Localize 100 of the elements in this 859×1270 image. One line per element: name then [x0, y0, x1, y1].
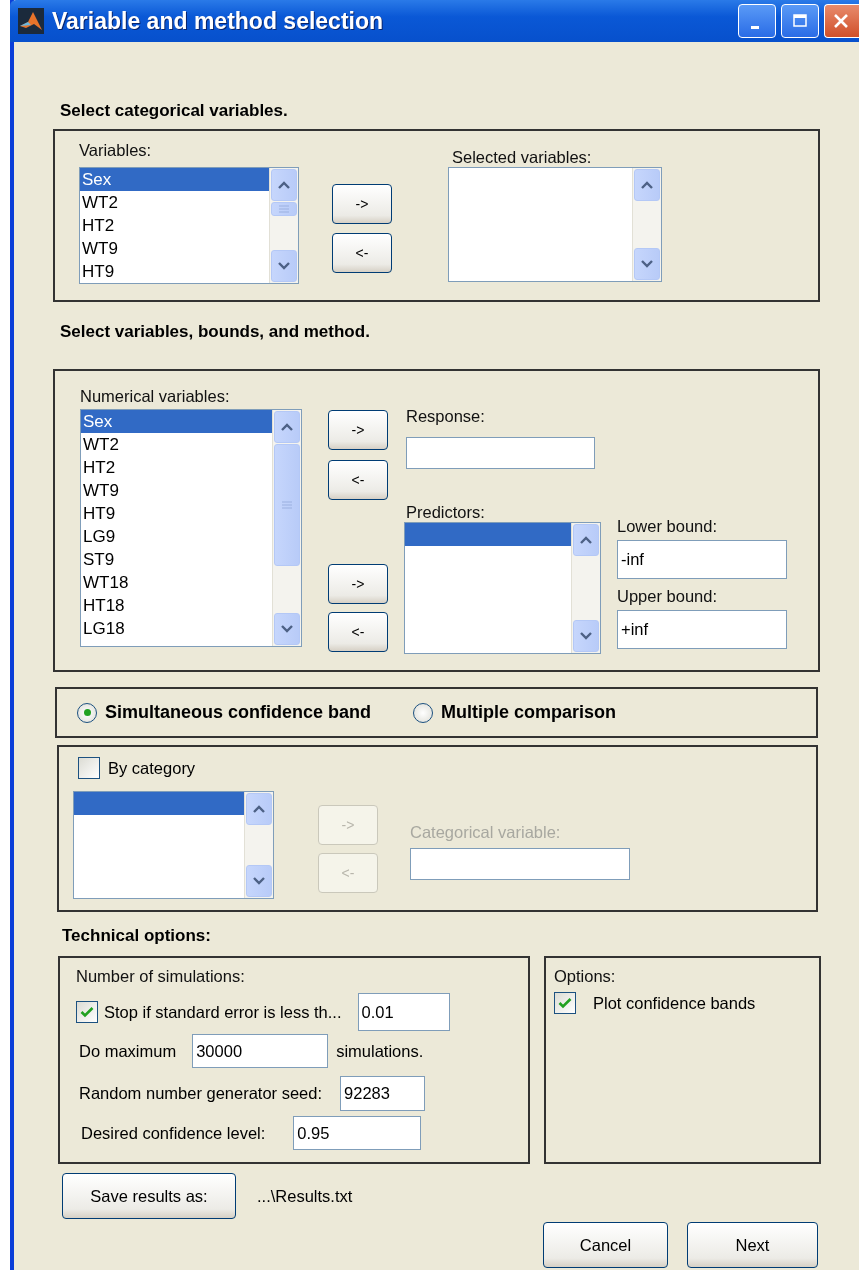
input-field[interactable]	[410, 848, 630, 880]
section-heading: Technical options:	[62, 926, 211, 946]
list-item[interactable]: HT2	[81, 456, 272, 479]
list-item[interactable]: WT18	[81, 571, 272, 594]
list-item[interactable]: WT2	[80, 191, 269, 214]
move-button[interactable]: ->	[328, 564, 388, 604]
section-heading: Select variables, bounds, and method.	[60, 322, 370, 342]
checkbox-label: Plot confidence bands	[593, 993, 756, 1013]
chevron-up-icon	[580, 536, 592, 544]
list-box[interactable]: Sex WT2 HT2 WT9 HT9 LG9 ST9 WT18 HT18 LG18	[80, 409, 302, 647]
field-label: Random number generator seed:	[79, 1084, 323, 1103]
checkbox[interactable]	[76, 1001, 98, 1023]
checkbox[interactable]	[554, 992, 576, 1014]
scrollbar[interactable]	[272, 410, 301, 646]
scroll-up-button[interactable]	[246, 793, 272, 825]
section-heading: Select categorical variables.	[60, 101, 288, 121]
chevron-down-icon	[580, 632, 592, 640]
maximize-button[interactable]	[781, 4, 819, 38]
group-label: Number of simulations:	[76, 967, 246, 986]
move-button[interactable]: <-	[328, 460, 388, 500]
checkbox-label: By category	[108, 758, 196, 778]
chevron-down-icon	[253, 877, 265, 885]
minimize-icon	[751, 25, 759, 29]
minimize-button[interactable]	[738, 4, 776, 38]
list-box[interactable]	[448, 167, 662, 282]
list-box[interactable]	[404, 522, 601, 654]
input-field[interactable]: -inf	[617, 540, 787, 579]
scroll-down-button[interactable]	[634, 248, 660, 280]
move-button[interactable]: <-	[332, 233, 392, 273]
radio-label: Simultaneous confidence band	[105, 702, 372, 723]
scroll-thumb[interactable]	[274, 444, 300, 566]
field-label: Lower bound:	[617, 517, 717, 536]
scroll-up-button[interactable]	[634, 169, 660, 201]
chevron-up-icon	[641, 181, 653, 189]
close-button[interactable]	[824, 4, 859, 38]
save-button[interactable]: Save results as:	[62, 1173, 236, 1219]
window-title: Variable and method selection	[52, 7, 384, 35]
list-item[interactable]: HT9	[81, 502, 272, 525]
file-path: ...\Results.txt	[257, 1186, 353, 1206]
field-label: Desired confidence level:	[81, 1123, 266, 1143]
field-label: Do maximum	[79, 1041, 177, 1061]
list-item[interactable]: LG9	[81, 525, 272, 548]
dialog-button[interactable]: Next	[687, 1222, 818, 1268]
chevron-down-icon	[281, 625, 293, 633]
scroll-up-button[interactable]	[274, 411, 300, 443]
field-label: Upper bound:	[617, 587, 717, 606]
scroll-down-button[interactable]	[274, 613, 300, 645]
chevron-up-icon	[281, 423, 293, 431]
field-label: Categorical variable:	[410, 823, 561, 842]
scrollbar[interactable]	[244, 792, 273, 898]
scroll-thumb[interactable]	[271, 202, 297, 216]
input-field[interactable]	[406, 437, 595, 469]
scroll-up-button[interactable]	[573, 524, 599, 556]
input-field[interactable]: 0.95	[293, 1116, 422, 1150]
list-item[interactable]: Sex	[81, 410, 272, 433]
move-button[interactable]: ->	[332, 184, 392, 224]
list-label: Numerical variables:	[80, 387, 230, 406]
scrollbar[interactable]	[269, 168, 298, 283]
move-button[interactable]: ->	[328, 410, 388, 450]
list-item[interactable]: WT9	[80, 237, 269, 260]
checkbox-label: Stop if standard error is less th...	[104, 1002, 342, 1022]
list-item[interactable]: LG18	[81, 617, 272, 640]
app-logo-icon	[18, 8, 44, 34]
chevron-up-icon	[253, 805, 265, 813]
dialog-button[interactable]: Cancel	[543, 1222, 668, 1268]
field-label: simulations.	[336, 1041, 424, 1061]
scrollbar[interactable]	[571, 523, 600, 653]
list-box[interactable]: Sex WT2 HT2 WT9 HT9	[79, 167, 299, 284]
list-label: Selected variables:	[452, 148, 592, 167]
list-item[interactable]: ST9	[81, 548, 272, 571]
close-icon	[832, 12, 850, 30]
list-box[interactable]	[73, 791, 274, 899]
group-label: Options:	[554, 967, 617, 986]
chevron-down-icon	[278, 262, 290, 270]
input-field[interactable]: 0.01	[357, 993, 450, 1031]
list-item[interactable]: WT9	[81, 479, 272, 502]
scroll-down-button[interactable]	[573, 620, 599, 652]
move-button[interactable]: <-	[328, 612, 388, 652]
radio-button[interactable]	[77, 702, 97, 723]
input-field[interactable]: 30000	[192, 1034, 329, 1068]
input-field[interactable]: 92283	[340, 1076, 426, 1111]
list-item[interactable]: HT18	[81, 594, 272, 617]
grip-icon	[281, 501, 293, 509]
chevron-down-icon	[641, 260, 653, 268]
scroll-down-button[interactable]	[271, 250, 297, 282]
list-item[interactable]: Sex	[80, 168, 269, 191]
scrollbar[interactable]	[632, 168, 661, 281]
list-item[interactable]: HT9	[80, 260, 269, 283]
grip-icon	[278, 205, 290, 213]
scroll-up-button[interactable]	[271, 169, 297, 201]
field-label: Response:	[406, 407, 485, 426]
radio-label: Multiple comparison	[441, 702, 617, 723]
maximize-icon	[792, 13, 808, 29]
list-item[interactable]: HT2	[80, 214, 269, 237]
scroll-down-button[interactable]	[246, 865, 272, 897]
list-label: Predictors:	[406, 503, 485, 522]
input-field[interactable]: +inf	[617, 610, 787, 649]
radio-button[interactable]	[413, 702, 434, 723]
list-item[interactable]: WT2	[81, 433, 272, 456]
checkbox[interactable]	[78, 757, 100, 779]
